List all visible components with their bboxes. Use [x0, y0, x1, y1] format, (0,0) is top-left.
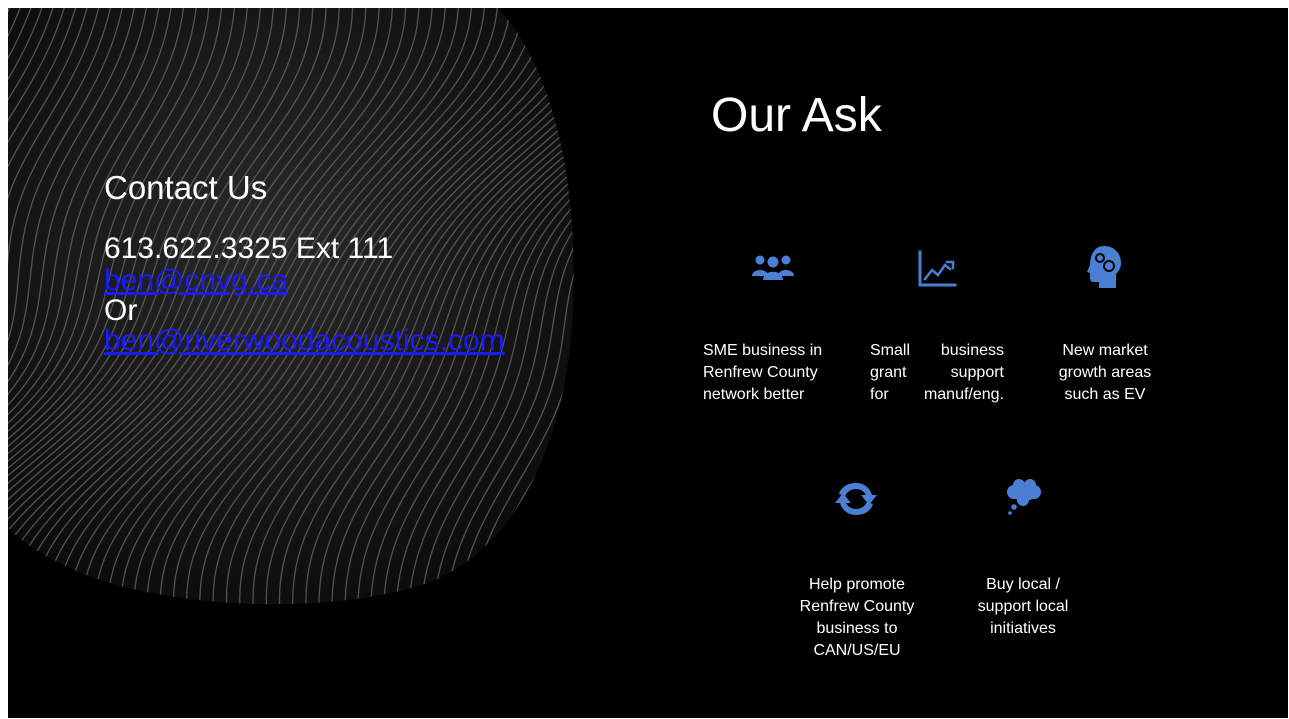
phone-number: 613.622.3325 Ext 111: [104, 232, 394, 265]
growth-chart-icon: [918, 250, 957, 287]
slide: Contact Us 613.622.3325 Ext 111 ben@cnvg…: [8, 8, 1288, 718]
ask-title: Our Ask: [711, 89, 882, 142]
or-text: Or: [104, 294, 138, 327]
contact-block: Contact Us 613.622.3325 Ext 111 ben@cnvg…: [104, 168, 584, 356]
ask-item-label: SME business in Renfrew County network b…: [703, 342, 823, 403]
thought-cloud-icon: [1007, 479, 1041, 515]
ask-item-label: Small business grant support for manuf/e…: [870, 342, 1004, 403]
ask-item-label: Help promote Renfrew County business to …: [799, 576, 915, 659]
email-link-secondary[interactable]: ben@riverwoodacoustics.com: [104, 326, 574, 356]
ask-item-label: New market growth areas such as EV: [1058, 342, 1152, 403]
group-icon: [752, 255, 794, 280]
refresh-arrows-icon: [835, 483, 877, 515]
email-link-primary[interactable]: ben@cnvg.ca: [104, 266, 574, 296]
head-gears-icon: [1087, 246, 1121, 288]
ask-item-label: Buy local / support local initiatives: [977, 576, 1069, 637]
contact-title: Contact Us: [104, 169, 268, 206]
